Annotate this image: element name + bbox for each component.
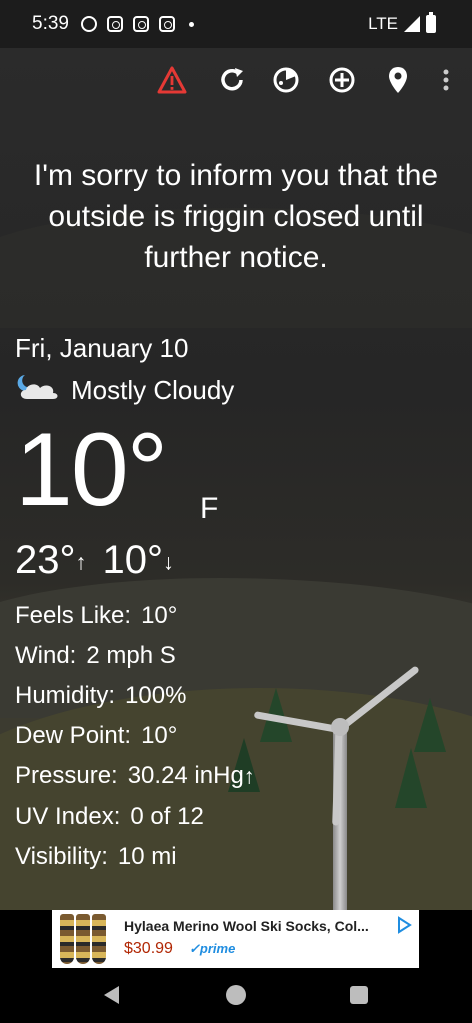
feels-like-row: Feels Like: 10° xyxy=(15,596,255,636)
wind-row: Wind: 2 mph S xyxy=(15,636,255,676)
sock-image xyxy=(92,914,106,964)
wind-value: 2 mph S xyxy=(86,642,176,669)
radar-icon[interactable] xyxy=(268,62,304,98)
humidity-value: 100% xyxy=(125,682,187,709)
more-options-icon[interactable] xyxy=(428,62,464,98)
pressure-label: Pressure: xyxy=(15,762,118,789)
humidity-row: Humidity: 100% xyxy=(15,676,255,716)
instagram-icon xyxy=(132,16,149,32)
current-temperature: 10° xyxy=(15,412,168,528)
battery-icon xyxy=(426,12,436,33)
location-pin-icon[interactable] xyxy=(380,62,416,98)
navigation-bar xyxy=(0,970,472,1023)
visibility-value: 10 mi xyxy=(117,842,177,870)
high-low-row: 23°↑ 10°↓ xyxy=(15,538,174,584)
instagram-icon xyxy=(158,16,175,32)
notification-icons xyxy=(80,16,194,32)
uv-index-value: 0 of 12 xyxy=(130,802,204,830)
pressure-trend-icon: ↑ xyxy=(243,763,255,789)
tree xyxy=(395,748,427,808)
condition-text: Mostly Cloudy xyxy=(71,375,235,405)
status-right: LTE xyxy=(368,12,436,34)
tree xyxy=(414,698,446,752)
wind-label: Wind: xyxy=(15,642,77,669)
alarm-icon xyxy=(80,16,97,32)
condition-row: Mostly Cloudy xyxy=(15,372,234,409)
status-time: 5:39 xyxy=(32,13,69,34)
wind-turbine-hub xyxy=(331,718,349,736)
back-icon[interactable] xyxy=(104,986,119,1004)
feels-like-label: Feels Like: xyxy=(15,602,132,629)
prime-badge: ✓prime xyxy=(189,941,236,956)
forecast-date: Fri, January 10 xyxy=(15,333,189,363)
status-bar: 5:39 LTE xyxy=(0,0,472,48)
high-temperature: 23°↑ xyxy=(15,538,87,584)
low-value: 10° xyxy=(102,538,164,582)
recent-apps-icon[interactable] xyxy=(350,986,368,1004)
add-location-icon[interactable] xyxy=(324,62,360,98)
ad-price: $30.99 xyxy=(124,940,173,957)
temperature-unit: F xyxy=(200,492,219,525)
adchoices-icon[interactable] xyxy=(395,916,413,934)
network-type: LTE xyxy=(368,14,398,33)
sock-image xyxy=(60,914,74,964)
visibility-label: Visibility: xyxy=(15,842,108,870)
visibility-row: Visibility: 10 mi xyxy=(15,837,255,877)
low-temperature: 10°↓ xyxy=(103,538,175,584)
up-arrow-icon: ↑ xyxy=(75,549,87,575)
pressure-row: Pressure: 30.24 inHg↑ xyxy=(15,756,255,797)
refresh-icon[interactable] xyxy=(214,62,250,98)
uv-index-row: UV Index: 0 of 12 xyxy=(15,797,255,837)
ad-title[interactable]: Hylaea Merino Wool Ski Socks, Col... xyxy=(124,918,369,934)
uv-index-label: UV Index: xyxy=(15,802,121,830)
instagram-icon xyxy=(106,16,123,32)
warning-icon[interactable] xyxy=(154,62,190,98)
signal-icon xyxy=(404,16,420,32)
mostly-cloudy-night-icon xyxy=(15,372,61,409)
feels-like-value: 10° xyxy=(141,602,178,629)
weather-details: Feels Like: 10° Wind: 2 mph S Humidity: 100… xyxy=(15,596,255,877)
ad-product-image[interactable] xyxy=(60,914,112,966)
more-notifications-dot xyxy=(188,21,194,27)
sock-image xyxy=(76,914,90,964)
weather-message: I'm sorry to inform you that the outside… xyxy=(33,159,439,274)
dew-point-row: Dew Point: 10° xyxy=(15,716,255,756)
pressure-value: 30.24 inHg↑ xyxy=(128,756,255,797)
high-value: 23° xyxy=(15,538,76,582)
dew-point-value: 10° xyxy=(141,722,178,749)
home-icon[interactable] xyxy=(226,985,246,1005)
pressure-number: 30.24 inHg xyxy=(127,762,244,789)
down-arrow-icon: ↓ xyxy=(163,549,174,575)
ad-banner[interactable]: Hylaea Merino Wool Ski Socks, Col... $30… xyxy=(52,910,419,968)
dew-point-label: Dew Point: xyxy=(15,722,132,749)
humidity-label: Humidity: xyxy=(15,682,116,709)
